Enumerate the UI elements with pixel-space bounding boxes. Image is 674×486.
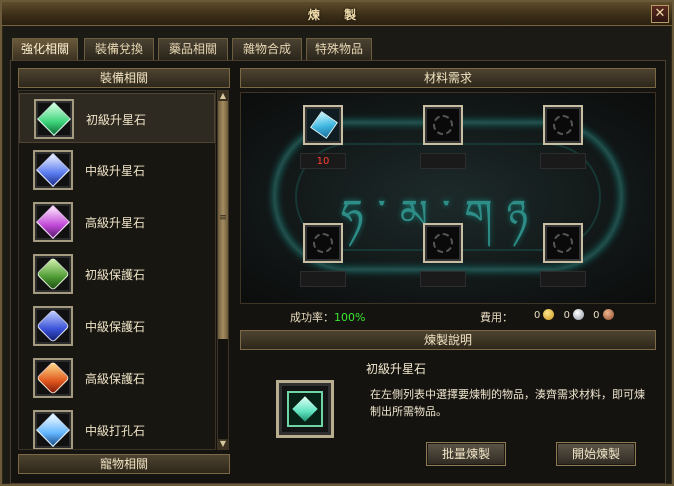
material-count-1: 10: [300, 153, 346, 169]
tab-medicine[interactable]: 藥品相關: [158, 38, 228, 60]
empty-socket-icon: [553, 233, 573, 253]
crafting-description-text: 在左側列表中選擇要煉制的物品，湊齊需求材料，即可煉制出所需物品。: [370, 388, 645, 418]
tab-special-items[interactable]: 特殊物品: [306, 38, 372, 60]
ice-crystal-icon: [33, 410, 73, 449]
empty-socket-icon: [553, 115, 573, 135]
material-slot-5[interactable]: [423, 223, 463, 263]
material-slot-6[interactable]: [543, 223, 583, 263]
window-title: 煉 製: [307, 8, 367, 22]
success-rate-value: 100%: [334, 311, 366, 324]
copper-amount: 0: [593, 310, 600, 321]
copper-coin-icon: [602, 309, 614, 320]
recipe-list-scrollbar[interactable]: ▲ ≡ ▼: [217, 90, 229, 450]
crystal-material-icon: [310, 111, 338, 139]
fee-label: 費用：: [480, 311, 513, 324]
equipment-category-header[interactable]: 裝備相關: [18, 68, 230, 88]
product-name: 初級升星石: [366, 362, 427, 376]
material-slot-3[interactable]: [543, 105, 583, 145]
list-item-intermediate-guard-stone[interactable]: 中級保護石: [19, 301, 215, 351]
materials-header: 材料需求: [240, 68, 656, 88]
scroll-grip-icon: ≡: [219, 213, 227, 223]
list-item-intermediate-socket-stone[interactable]: 中級打孔石: [19, 405, 215, 449]
scroll-down-arrow-icon[interactable]: ▼: [218, 439, 228, 449]
silver-amount: 0: [563, 310, 570, 321]
silver-coin-icon: [572, 309, 584, 320]
crafting-description-header: 煉製說明: [240, 330, 656, 350]
material-slot-1[interactable]: [303, 105, 343, 145]
material-count-6: [540, 271, 586, 287]
blue-diamond-icon: [33, 150, 73, 190]
material-board: ཧ་མ་གཉ 10: [240, 92, 656, 304]
list-item-intermediate-star-stone[interactable]: 中級升星石: [19, 145, 215, 195]
gold-coin-icon: [543, 309, 555, 320]
result-item-slot[interactable]: [276, 380, 334, 438]
tab-misc-synthesis[interactable]: 雜物合成: [232, 38, 302, 60]
crafting-window: 煉 製 ✕ 強化相關 裝備兌換 藥品相關 雜物合成 特殊物品 裝備相關 初級升星…: [0, 0, 674, 486]
fee-coins: 0 0 0: [534, 309, 620, 321]
material-count-2: [420, 153, 466, 169]
recipe-list-panel: 裝備相關 初級升星石 中級升星石 高級升星石 初級保護石 中級保護石 高級保護石…: [18, 68, 230, 476]
empty-socket-icon: [433, 115, 453, 135]
scroll-up-arrow-icon[interactable]: ▲: [218, 91, 228, 101]
scroll-thumb[interactable]: ≡: [218, 101, 228, 339]
tab-enhance[interactable]: 強化相關: [12, 38, 78, 60]
list-item-beginner-guard-stone[interactable]: 初級保護石: [19, 249, 215, 299]
empty-socket-icon: [433, 233, 453, 253]
list-item-label: 高級升星石: [85, 216, 146, 230]
start-craft-button[interactable]: 開始煉製: [556, 442, 636, 466]
tab-equipment-exchange[interactable]: 裝備兌換: [84, 38, 154, 60]
title-bar[interactable]: 煉 製: [2, 2, 672, 26]
green-guard-stone-icon: [33, 254, 73, 294]
list-item-beginner-star-stone[interactable]: 初級升星石: [19, 93, 215, 143]
close-button[interactable]: ✕: [651, 5, 669, 23]
recipe-list: 初級升星石 中級升星石 高級升星石 初級保護石 中級保護石 高級保護石 中級打孔…: [18, 90, 216, 450]
material-count-3: [540, 153, 586, 169]
empty-socket-icon: [313, 233, 333, 253]
list-item-advanced-star-stone[interactable]: 高級升星石: [19, 197, 215, 247]
material-slot-2[interactable]: [423, 105, 463, 145]
material-slot-4[interactable]: [303, 223, 343, 263]
list-item-label: 高級保護石: [85, 372, 146, 386]
purple-diamond-icon: [33, 202, 73, 242]
list-item-label: 中級打孔石: [85, 424, 146, 438]
batch-craft-button[interactable]: 批量煉製: [426, 442, 506, 466]
pet-category-header[interactable]: 寵物相關: [18, 454, 230, 474]
blue-guard-stone-icon: [33, 306, 73, 346]
list-item-label: 中級保護石: [85, 320, 146, 334]
crafting-panel: 材料需求 ཧ་མ་གཉ 10 成功率：100% 費用： 0 0 0 煉製說明 初…: [240, 68, 656, 476]
red-guard-stone-icon: [33, 358, 73, 398]
material-count-5: [420, 271, 466, 287]
gold-amount: 0: [534, 310, 541, 321]
material-count-4: [300, 271, 346, 287]
green-diamond-icon: [34, 99, 74, 139]
success-rate-label: 成功率：: [290, 311, 334, 324]
list-item-label: 初級升星石: [86, 113, 147, 127]
green-diamond-icon: [287, 391, 323, 427]
list-item-advanced-guard-stone[interactable]: 高級保護石: [19, 353, 215, 403]
list-item-label: 中級升星石: [85, 164, 146, 178]
list-item-label: 初級保護石: [85, 268, 146, 282]
success-rate: 成功率：100%: [290, 309, 365, 325]
